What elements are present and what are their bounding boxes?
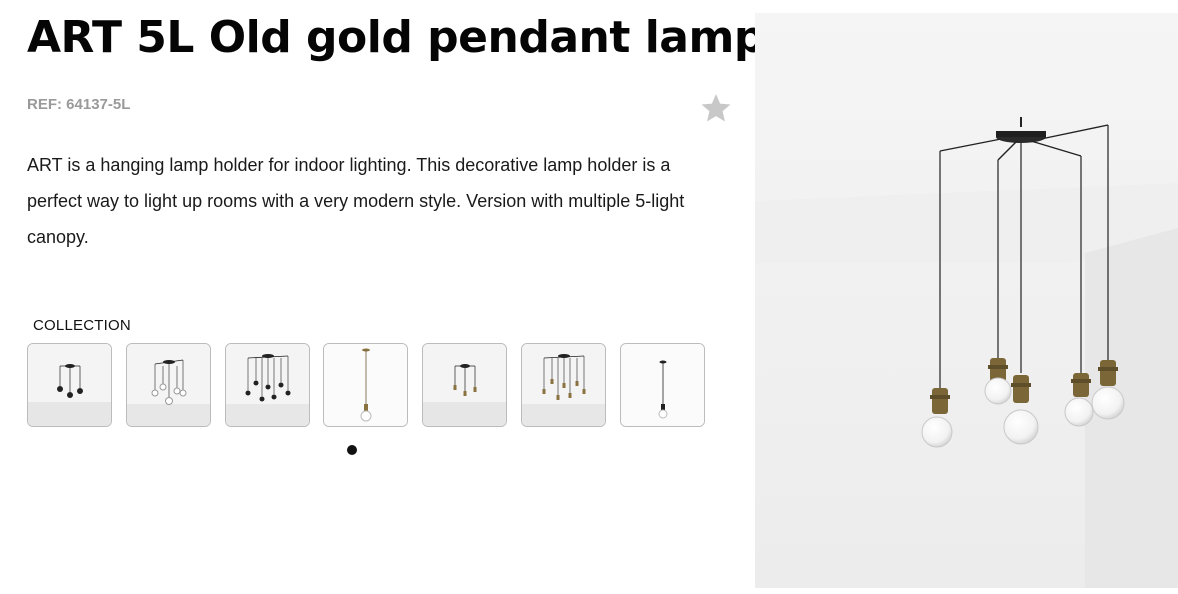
- product-title: ART 5L Old gold pendant lamp: [27, 12, 765, 63]
- product-image: [755, 13, 1178, 588]
- collection-thumb-4[interactable]: [323, 343, 408, 427]
- carousel-pagination: [347, 445, 357, 455]
- product-thumbnail: [226, 344, 309, 426]
- pendant-lamp-photo: [755, 13, 1178, 588]
- product-thumbnail: [324, 344, 407, 426]
- collection-thumb-6[interactable]: [521, 343, 606, 427]
- product-thumbnail: [522, 344, 605, 426]
- collection-thumb-7[interactable]: [620, 343, 705, 427]
- collection-heading: COLLECTION: [33, 317, 131, 334]
- star-icon: [701, 94, 731, 122]
- collection-thumb-1[interactable]: [27, 343, 112, 427]
- favorite-button[interactable]: [700, 92, 732, 124]
- product-description: ART is a hanging lamp holder for indoor …: [27, 155, 685, 247]
- collection-thumb-3[interactable]: [225, 343, 310, 427]
- product-thumbnail: [423, 344, 506, 426]
- collection-carousel: [27, 343, 717, 427]
- product-thumbnail: [621, 344, 704, 426]
- collection-thumb-2[interactable]: [126, 343, 211, 427]
- collection-thumb-5[interactable]: [422, 343, 507, 427]
- product-reference: REF: 64137-5L: [27, 96, 131, 113]
- product-info: ART 5L Old gold pendant lamp REF: 64137-…: [0, 0, 765, 594]
- product-thumbnail: [28, 344, 111, 426]
- pagination-dot-active[interactable]: [347, 445, 357, 455]
- product-thumbnail: [127, 344, 210, 426]
